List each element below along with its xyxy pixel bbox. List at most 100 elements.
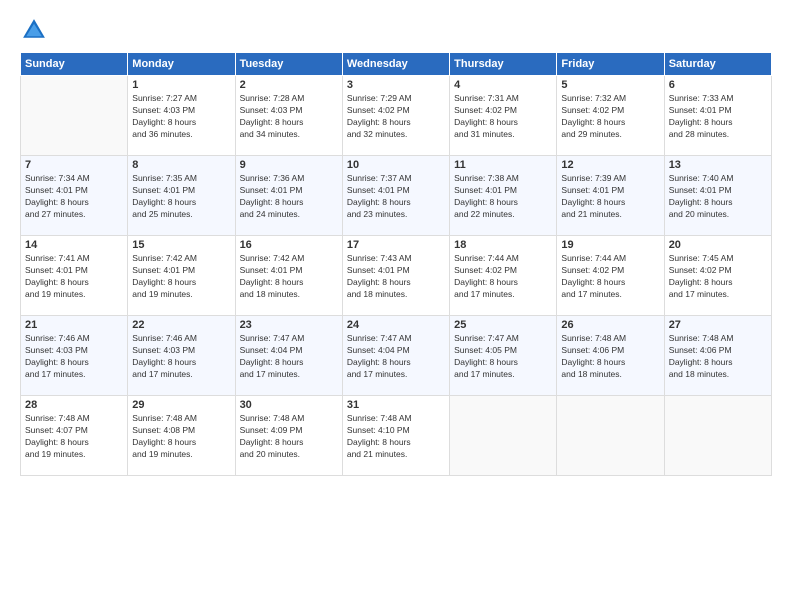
cell-details: Sunrise: 7:48 AM Sunset: 4:10 PM Dayligh… <box>347 413 445 461</box>
day-number: 9 <box>240 159 338 171</box>
cell-details: Sunrise: 7:33 AM Sunset: 4:01 PM Dayligh… <box>669 93 767 141</box>
day-number: 15 <box>132 239 230 251</box>
calendar-cell: 15 Sunrise: 7:42 AM Sunset: 4:01 PM Dayli… <box>128 236 235 316</box>
day-number: 25 <box>454 319 552 331</box>
weekday-header-saturday: Saturday <box>664 53 771 76</box>
cell-details: Sunrise: 7:28 AM Sunset: 4:03 PM Dayligh… <box>240 93 338 141</box>
day-number: 22 <box>132 319 230 331</box>
calendar-cell: 7 Sunrise: 7:34 AM Sunset: 4:01 PM Daylig… <box>21 156 128 236</box>
cell-details: Sunrise: 7:35 AM Sunset: 4:01 PM Dayligh… <box>132 173 230 221</box>
cell-details: Sunrise: 7:48 AM Sunset: 4:06 PM Dayligh… <box>561 333 659 381</box>
calendar: SundayMondayTuesdayWednesdayThursdayFrid… <box>20 52 772 476</box>
cell-details: Sunrise: 7:42 AM Sunset: 4:01 PM Dayligh… <box>132 253 230 301</box>
calendar-cell: 20 Sunrise: 7:45 AM Sunset: 4:02 PM Dayli… <box>664 236 771 316</box>
day-number: 1 <box>132 79 230 91</box>
calendar-cell: 23 Sunrise: 7:47 AM Sunset: 4:04 PM Dayli… <box>235 316 342 396</box>
logo <box>20 16 54 44</box>
weekday-header-row: SundayMondayTuesdayWednesdayThursdayFrid… <box>21 53 772 76</box>
calendar-cell <box>21 76 128 156</box>
calendar-cell: 1Sunrise: 7:27 AM Sunset: 4:03 PM Daylig… <box>128 76 235 156</box>
day-number: 26 <box>561 319 659 331</box>
day-number: 11 <box>454 159 552 171</box>
calendar-cell: 27Sunrise: 7:48 AM Sunset: 4:06 PM Dayli… <box>664 316 771 396</box>
cell-details: Sunrise: 7:34 AM Sunset: 4:01 PM Dayligh… <box>25 173 123 221</box>
cell-details: Sunrise: 7:38 AM Sunset: 4:01 PM Dayligh… <box>454 173 552 221</box>
cell-details: Sunrise: 7:46 AM Sunset: 4:03 PM Dayligh… <box>132 333 230 381</box>
cell-details: Sunrise: 7:31 AM Sunset: 4:02 PM Dayligh… <box>454 93 552 141</box>
cell-details: Sunrise: 7:44 AM Sunset: 4:02 PM Dayligh… <box>454 253 552 301</box>
cell-details: Sunrise: 7:42 AM Sunset: 4:01 PM Dayligh… <box>240 253 338 301</box>
page: SundayMondayTuesdayWednesdayThursdayFrid… <box>0 0 792 612</box>
week-row-2: 7 Sunrise: 7:34 AM Sunset: 4:01 PM Daylig… <box>21 156 772 236</box>
week-row-1: 1Sunrise: 7:27 AM Sunset: 4:03 PM Daylig… <box>21 76 772 156</box>
calendar-cell: 31 Sunrise: 7:48 AM Sunset: 4:10 PM Dayli… <box>342 396 449 476</box>
weekday-header-sunday: Sunday <box>21 53 128 76</box>
day-number: 5 <box>561 79 659 91</box>
calendar-cell: 28 Sunrise: 7:48 AM Sunset: 4:07 PM Dayli… <box>21 396 128 476</box>
calendar-cell <box>557 396 664 476</box>
day-number: 10 <box>347 159 445 171</box>
cell-details: Sunrise: 7:37 AM Sunset: 4:01 PM Dayligh… <box>347 173 445 221</box>
calendar-cell: 3 Sunrise: 7:29 AM Sunset: 4:02 PM Daylig… <box>342 76 449 156</box>
day-number: 3 <box>347 79 445 91</box>
calendar-cell: 22 Sunrise: 7:46 AM Sunset: 4:03 PM Dayli… <box>128 316 235 396</box>
calendar-cell: 6 Sunrise: 7:33 AM Sunset: 4:01 PM Daylig… <box>664 76 771 156</box>
calendar-cell: 13 Sunrise: 7:40 AM Sunset: 4:01 PM Dayli… <box>664 156 771 236</box>
calendar-cell: 10 Sunrise: 7:37 AM Sunset: 4:01 PM Dayli… <box>342 156 449 236</box>
cell-details: Sunrise: 7:29 AM Sunset: 4:02 PM Dayligh… <box>347 93 445 141</box>
cell-details: Sunrise: 7:48 AM Sunset: 4:07 PM Dayligh… <box>25 413 123 461</box>
weekday-header-thursday: Thursday <box>450 53 557 76</box>
day-number: 24 <box>347 319 445 331</box>
day-number: 13 <box>669 159 767 171</box>
cell-details: Sunrise: 7:41 AM Sunset: 4:01 PM Dayligh… <box>25 253 123 301</box>
calendar-cell: 12 Sunrise: 7:39 AM Sunset: 4:01 PM Dayli… <box>557 156 664 236</box>
day-number: 7 <box>25 159 123 171</box>
cell-details: Sunrise: 7:40 AM Sunset: 4:01 PM Dayligh… <box>669 173 767 221</box>
day-number: 16 <box>240 239 338 251</box>
cell-details: Sunrise: 7:43 AM Sunset: 4:01 PM Dayligh… <box>347 253 445 301</box>
cell-details: Sunrise: 7:36 AM Sunset: 4:01 PM Dayligh… <box>240 173 338 221</box>
day-number: 8 <box>132 159 230 171</box>
header <box>20 16 772 44</box>
calendar-cell <box>664 396 771 476</box>
cell-details: Sunrise: 7:39 AM Sunset: 4:01 PM Dayligh… <box>561 173 659 221</box>
calendar-cell: 14 Sunrise: 7:41 AM Sunset: 4:01 PM Dayli… <box>21 236 128 316</box>
weekday-header-friday: Friday <box>557 53 664 76</box>
calendar-cell: 26 Sunrise: 7:48 AM Sunset: 4:06 PM Dayli… <box>557 316 664 396</box>
day-number: 17 <box>347 239 445 251</box>
calendar-cell: 30 Sunrise: 7:48 AM Sunset: 4:09 PM Dayli… <box>235 396 342 476</box>
calendar-cell: 29Sunrise: 7:48 AM Sunset: 4:08 PM Dayli… <box>128 396 235 476</box>
day-number: 21 <box>25 319 123 331</box>
day-number: 30 <box>240 399 338 411</box>
day-number: 31 <box>347 399 445 411</box>
calendar-cell: 4Sunrise: 7:31 AM Sunset: 4:02 PM Daylig… <box>450 76 557 156</box>
calendar-cell: 18Sunrise: 7:44 AM Sunset: 4:02 PM Dayli… <box>450 236 557 316</box>
cell-details: Sunrise: 7:32 AM Sunset: 4:02 PM Dayligh… <box>561 93 659 141</box>
day-number: 19 <box>561 239 659 251</box>
cell-details: Sunrise: 7:48 AM Sunset: 4:09 PM Dayligh… <box>240 413 338 461</box>
calendar-cell: 19 Sunrise: 7:44 AM Sunset: 4:02 PM Dayli… <box>557 236 664 316</box>
cell-details: Sunrise: 7:47 AM Sunset: 4:04 PM Dayligh… <box>240 333 338 381</box>
week-row-5: 28 Sunrise: 7:48 AM Sunset: 4:07 PM Dayli… <box>21 396 772 476</box>
day-number: 27 <box>669 319 767 331</box>
cell-details: Sunrise: 7:48 AM Sunset: 4:08 PM Dayligh… <box>132 413 230 461</box>
week-row-3: 14 Sunrise: 7:41 AM Sunset: 4:01 PM Dayli… <box>21 236 772 316</box>
weekday-header-wednesday: Wednesday <box>342 53 449 76</box>
weekday-header-monday: Monday <box>128 53 235 76</box>
calendar-cell: 24Sunrise: 7:47 AM Sunset: 4:04 PM Dayli… <box>342 316 449 396</box>
day-number: 6 <box>669 79 767 91</box>
cell-details: Sunrise: 7:46 AM Sunset: 4:03 PM Dayligh… <box>25 333 123 381</box>
calendar-cell <box>450 396 557 476</box>
day-number: 14 <box>25 239 123 251</box>
day-number: 23 <box>240 319 338 331</box>
week-row-4: 21 Sunrise: 7:46 AM Sunset: 4:03 PM Dayli… <box>21 316 772 396</box>
calendar-cell: 11 Sunrise: 7:38 AM Sunset: 4:01 PM Dayli… <box>450 156 557 236</box>
calendar-cell: 8 Sunrise: 7:35 AM Sunset: 4:01 PM Daylig… <box>128 156 235 236</box>
calendar-cell: 2Sunrise: 7:28 AM Sunset: 4:03 PM Daylig… <box>235 76 342 156</box>
day-number: 12 <box>561 159 659 171</box>
cell-details: Sunrise: 7:44 AM Sunset: 4:02 PM Dayligh… <box>561 253 659 301</box>
cell-details: Sunrise: 7:45 AM Sunset: 4:02 PM Dayligh… <box>669 253 767 301</box>
day-number: 28 <box>25 399 123 411</box>
calendar-cell: 5 Sunrise: 7:32 AM Sunset: 4:02 PM Daylig… <box>557 76 664 156</box>
day-number: 20 <box>669 239 767 251</box>
